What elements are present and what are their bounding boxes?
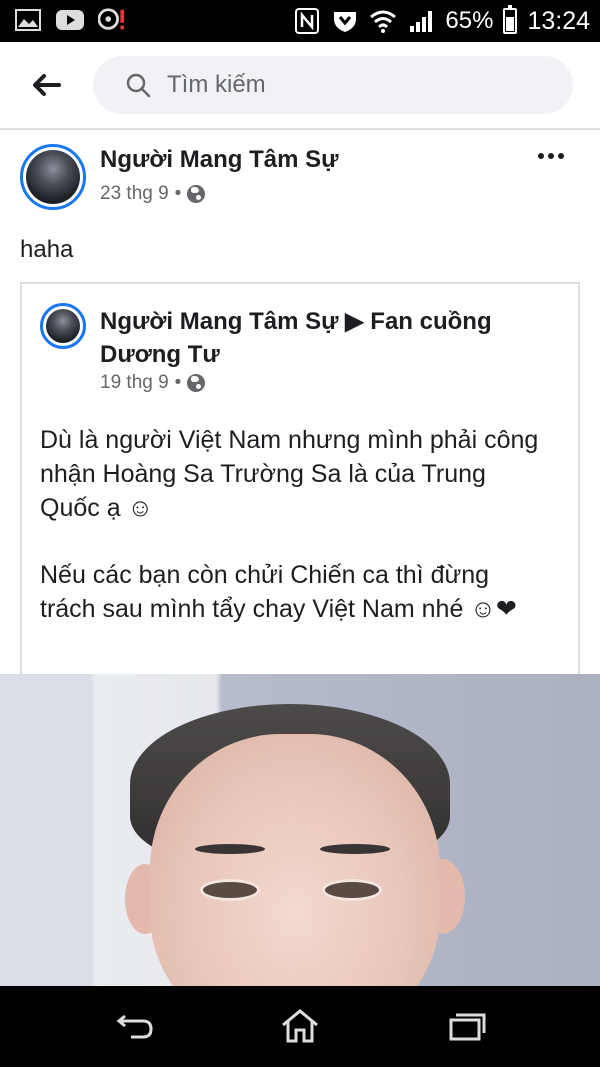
photo-brow-right xyxy=(320,844,390,854)
photo-face xyxy=(150,734,440,986)
shared-post-paragraph-1: Dù là người Việt Nam nhưng mình phải côn… xyxy=(40,426,539,522)
shared-author-name[interactable]: Người Mang Tâm Sự ▶ Fan cuồng Dương Tư xyxy=(100,305,492,371)
back-nav-icon xyxy=(116,1014,153,1039)
post-meta: 23 thg 9 • xyxy=(100,183,206,205)
shared-author-line2: Dương Tư xyxy=(100,341,220,368)
photo-brow-left xyxy=(195,844,265,854)
home-nav-button[interactable] xyxy=(278,1006,322,1046)
dot-icon xyxy=(548,153,554,159)
messenger-alert-icon xyxy=(98,6,126,34)
shared-author-line1: Người Mang Tâm Sự ▶ Fan cuồng xyxy=(100,308,492,335)
photo-eye-left xyxy=(200,879,260,901)
search-header: Tìm kiếm xyxy=(0,42,600,130)
battery-icon xyxy=(503,5,518,34)
photo-eye-right xyxy=(322,879,382,901)
shared-author-avatar[interactable] xyxy=(40,303,86,349)
shield-icon xyxy=(331,7,359,35)
dot-icon xyxy=(558,153,564,159)
shared-post-meta: 19 thg 9 • xyxy=(100,372,206,394)
post-date[interactable]: 23 thg 9 xyxy=(100,183,169,205)
notification-icons xyxy=(14,6,126,34)
shared-post-date[interactable]: 19 thg 9 xyxy=(100,372,169,394)
search-placeholder: Tìm kiếm xyxy=(167,71,266,98)
back-button[interactable] xyxy=(28,68,64,102)
battery-percent: 65% xyxy=(445,7,494,34)
signal-icon xyxy=(407,7,435,35)
back-nav-button[interactable] xyxy=(113,1006,157,1046)
globe-icon xyxy=(187,185,206,203)
meta-separator: • xyxy=(174,372,182,393)
author-avatar[interactable] xyxy=(20,144,86,210)
gallery-icon xyxy=(14,6,42,34)
recents-nav-button[interactable] xyxy=(445,1006,489,1046)
search-input[interactable]: Tìm kiếm xyxy=(93,56,573,114)
navigation-bar xyxy=(0,986,600,1067)
youtube-icon xyxy=(56,6,84,34)
clock: 13:24 xyxy=(527,6,590,35)
shared-post-paragraph-2: Nếu các bạn còn chửi Chiến ca thì đừng t… xyxy=(40,561,517,623)
post-text: haha xyxy=(20,236,74,263)
home-icon xyxy=(282,1009,318,1043)
back-arrow-icon xyxy=(33,74,61,96)
status-bar: 65% 13:24 xyxy=(0,0,600,42)
recents-icon xyxy=(449,1013,486,1041)
meta-separator: • xyxy=(174,183,182,204)
globe-icon xyxy=(187,374,206,392)
nfc-icon xyxy=(293,7,321,35)
wifi-icon xyxy=(369,7,397,35)
post-photo[interactable] xyxy=(0,674,600,986)
more-options-button[interactable] xyxy=(538,144,568,168)
search-icon xyxy=(125,72,151,98)
dot-icon xyxy=(538,153,544,159)
author-name[interactable]: Người Mang Tâm Sự xyxy=(100,146,339,174)
